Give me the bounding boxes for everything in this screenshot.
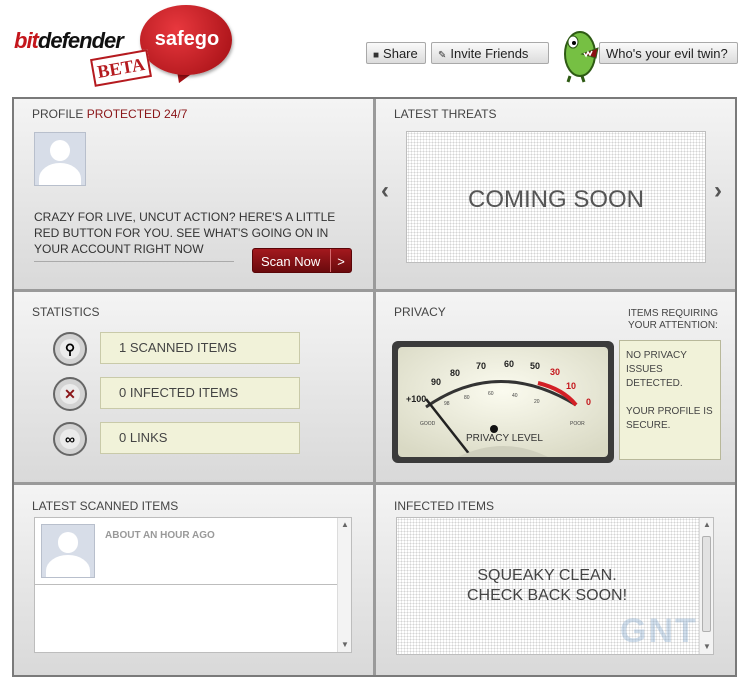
- gauge-inner-tick: 20: [534, 399, 540, 405]
- latest-threats-panel: LATEST THREATS ‹ COMING SOON ›: [376, 99, 735, 289]
- list-item[interactable]: ABOUT AN HOUR AGO: [35, 518, 337, 585]
- latest-threats-title: LATEST THREATS: [394, 107, 497, 121]
- privacy-title: PRIVACY: [394, 305, 446, 319]
- attention-text-1: NO PRIVACY ISSUES DETECTED.: [626, 350, 687, 389]
- gauge-inner-tick: 80: [464, 395, 470, 401]
- attention-title: ITEMS REQUIRING YOUR ATTENTION:: [628, 308, 719, 331]
- share-icon: ■: [373, 50, 380, 61]
- gauge-inner-tick: 40: [512, 393, 518, 399]
- threats-display: COMING SOON: [406, 131, 706, 263]
- scroll-up-icon[interactable]: ▲: [338, 518, 352, 532]
- link-icon: ∞: [53, 422, 87, 456]
- gauge-label: PRIVACY LEVEL: [466, 433, 543, 444]
- latest-scanned-panel: LATEST SCANNED ITEMS ABOUT AN HOUR AGO ▲…: [14, 485, 373, 675]
- profile-avatar[interactable]: [34, 132, 86, 186]
- gnt-watermark: GNT: [620, 612, 698, 650]
- profile-title: PROFILE PROTECTED 24/7: [32, 107, 188, 121]
- beta-stamp: BETA: [90, 49, 152, 87]
- scanned-items-list[interactable]: ABOUT AN HOUR AGO ▲ ▼: [34, 517, 352, 653]
- scroll-up-icon[interactable]: ▲: [700, 518, 714, 532]
- gauge-tick: 60: [504, 359, 514, 369]
- gauge-inner-tick: 60: [488, 391, 494, 397]
- scanned-list-scrollbar[interactable]: ▲ ▼: [337, 518, 351, 652]
- latest-scanned-title: LATEST SCANNED ITEMS: [32, 499, 179, 513]
- share-button[interactable]: ■ Share: [366, 42, 426, 64]
- profile-divider: [34, 261, 234, 262]
- pencil-icon: ✎: [438, 50, 447, 61]
- gauge-tick: 90: [431, 377, 441, 387]
- chevron-right-icon: >: [330, 249, 351, 272]
- gauge-tick: 70: [476, 361, 486, 371]
- invite-friends-button[interactable]: ✎ Invite Friends: [431, 42, 549, 64]
- infected-items-title: INFECTED ITEMS: [394, 499, 495, 513]
- attention-note: NO PRIVACY ISSUES DETECTED. YOUR PROFILE…: [619, 340, 721, 460]
- gauge-tick: +100: [406, 394, 426, 404]
- threats-next-arrow-icon[interactable]: ›: [714, 177, 722, 205]
- scroll-thumb[interactable]: [702, 536, 711, 632]
- evil-twin-button[interactable]: Who's your evil twin?: [599, 42, 738, 64]
- links-stat[interactable]: 0 LINKS: [100, 422, 300, 454]
- gauge-poor-label: POOR: [570, 421, 585, 427]
- statistics-title: STATISTICS: [32, 305, 100, 319]
- infected-list-scrollbar[interactable]: ▲ ▼: [699, 518, 713, 654]
- gauge-tick: 10: [566, 381, 576, 391]
- scan-now-button[interactable]: Scan Now >: [252, 248, 352, 273]
- privacy-gauge: +100 90 80 70 60 50 30 10 0 98 80 60 40 …: [392, 341, 614, 463]
- gauge-inner-tick: 98: [444, 401, 450, 407]
- scanned-item-avatar: [41, 524, 95, 578]
- scroll-down-icon[interactable]: ▼: [700, 640, 714, 654]
- statistics-panel: STATISTICS ⚲ 1 SCANNED ITEMS ✕ 0 INFECTE…: [14, 292, 373, 482]
- safego-logo-text: safego: [154, 28, 220, 50]
- scroll-down-icon[interactable]: ▼: [338, 638, 352, 652]
- profile-panel: PROFILE PROTECTED 24/7 CRAZY FOR LIVE, U…: [14, 99, 373, 289]
- gauge-tick: 50: [530, 361, 540, 371]
- magnifier-icon: ⚲: [53, 332, 87, 366]
- threats-prev-arrow-icon[interactable]: ‹: [381, 177, 389, 205]
- infected-x-icon: ✕: [53, 377, 87, 411]
- coming-soon-text: COMING SOON: [467, 186, 644, 213]
- gauge-good-label: GOOD: [420, 421, 436, 427]
- infected-message: SQUEAKY CLEAN. CHECK BACK SOON!: [466, 567, 628, 604]
- attention-text-2: YOUR PROFILE IS SECURE.: [626, 406, 713, 431]
- bitdefender-logo: bitdefender: [14, 28, 124, 53]
- gauge-tick: 30: [550, 367, 560, 377]
- gauge-tick: 0: [586, 397, 591, 407]
- scanned-items-stat[interactable]: 1 SCANNED ITEMS: [100, 332, 300, 364]
- evil-twin-monster-icon[interactable]: [560, 24, 604, 84]
- gauge-tick: 80: [450, 368, 460, 378]
- infected-items-stat[interactable]: 0 INFECTED ITEMS: [100, 377, 300, 409]
- scanned-item-time: ABOUT AN HOUR AGO: [105, 530, 215, 541]
